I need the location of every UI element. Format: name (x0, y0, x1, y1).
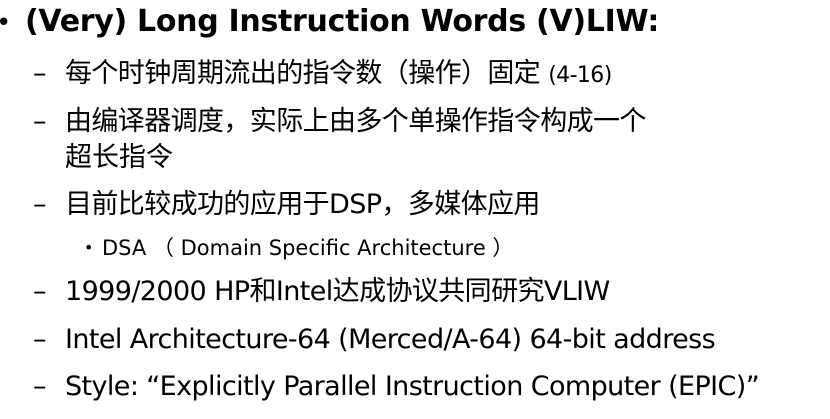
list-item-text: 1999/2000 HP和Intel达成协议共同研究VLIW (65, 276, 610, 307)
slide-heading: (Very) Long Instruction Words (V)LIW: (25, 4, 660, 39)
list-item-text-continued: 超长指令 (65, 142, 173, 173)
dash-icon: – (33, 106, 47, 137)
dash-icon: – (33, 189, 47, 220)
list-item-text: Intel Architecture-64 (Merced/A-64) 64-b… (65, 324, 716, 355)
list-item-text: 目前比较成功的应用于DSP，多媒体应用 (65, 189, 540, 220)
list-item-text: Style: “Explicitly Parallel Instruction … (65, 371, 760, 402)
list-item-note: (4-16) (548, 63, 612, 88)
list-item-text: 每个时钟周期流出的指令数（操作）固定 (4-16) (65, 56, 612, 94)
dash-icon: – (33, 371, 47, 402)
dash-icon: – (33, 324, 47, 355)
list-item-text: 由编译器调度，实际上由多个单操作指令构成一个 (65, 106, 646, 137)
bullet-icon: • (84, 238, 94, 257)
list-item-main: 每个时钟周期流出的指令数（操作）固定 (65, 58, 541, 89)
slide: • (Very) Long Instruction Words (V)LIW: … (0, 0, 830, 419)
dash-icon: – (33, 58, 47, 89)
dash-icon: – (33, 276, 47, 307)
bullet-icon: • (0, 8, 11, 38)
sub-list-item-text: DSA （ Domain Specific Architecture ） (102, 236, 514, 260)
